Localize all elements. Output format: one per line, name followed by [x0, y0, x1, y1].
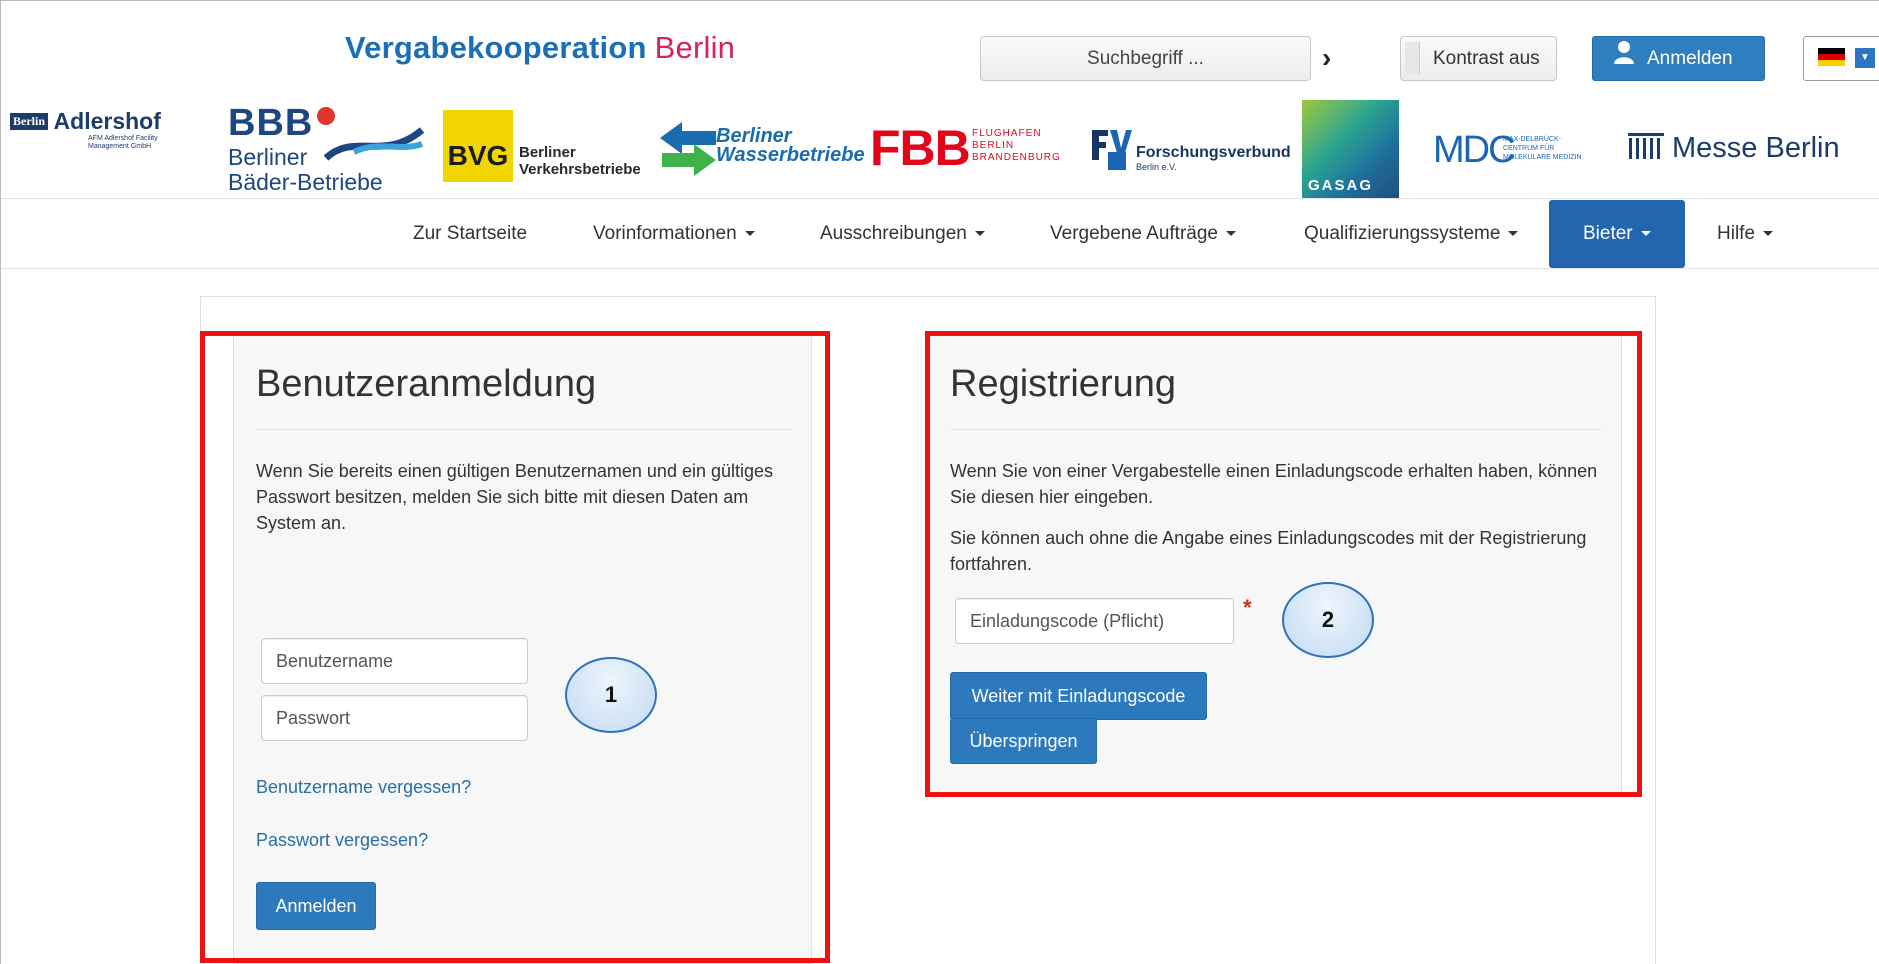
bbb-wave-icon	[324, 127, 424, 161]
callout-2: 2	[1282, 582, 1374, 658]
search-input[interactable]: Suchbegriff ...	[980, 36, 1311, 81]
brand-city: Berlin	[654, 30, 736, 65]
bbb-line2: Bäder-Betriebe	[228, 169, 383, 195]
nav-item-ausschreibungen[interactable]: Ausschreibungen	[820, 200, 985, 268]
header-login-label: Anmelden	[1647, 48, 1733, 69]
gasag-title: GASAG	[1308, 177, 1374, 194]
nav-item-hilfe[interactable]: Hilfe	[1717, 200, 1774, 268]
highlight-box-login	[200, 331, 830, 963]
flag-de-icon	[1818, 48, 1845, 66]
logo-bbb[interactable]: BBB Berliner Bäder-Betriebe	[228, 102, 424, 195]
header-login-button[interactable]: Anmelden	[1592, 36, 1765, 81]
bbb-title: BBB	[228, 102, 314, 144]
nav-divider-top	[1, 198, 1879, 199]
wasser-line2: Wasserbetriebe	[716, 144, 865, 166]
nav-item-qualifizierungssysteme[interactable]: Qualifizierungssysteme	[1304, 200, 1519, 268]
logo-fbb[interactable]: FBB FLUGHAFEN BERLIN BRANDENBURG	[870, 122, 1070, 182]
mdc-sub: MAX-DELBRÜCK-CENTRUM FÜR MOLEKULARE MEDI…	[1503, 136, 1582, 161]
caret-down-icon	[1225, 231, 1236, 236]
caret-down-icon	[1763, 231, 1774, 236]
fv-title: Forschungsverbund	[1136, 144, 1291, 161]
highlight-box-register	[925, 331, 1642, 797]
nav-item-startseite[interactable]: Zur Startseite	[413, 200, 527, 268]
messe-title: Messe Berlin	[1672, 132, 1840, 164]
logo-messe-berlin[interactable]: Messe Berlin	[1628, 132, 1868, 172]
fbb-line3: BRANDENBURG	[972, 152, 1061, 163]
contrast-toggle[interactable]: Kontrast aus	[1400, 36, 1557, 81]
logo-adlershof[interactable]: Berlin Adlershof AFM Adlershof Facility …	[10, 108, 200, 188]
bvg-line1: Berliner	[519, 144, 576, 161]
brand-main: Vergabekooperation	[345, 30, 647, 65]
user-icon	[1613, 37, 1635, 80]
site-brand[interactable]: Vergabekooperation Berlin	[345, 30, 735, 66]
logo-wasserbetriebe[interactable]: Berliner Wasserbetriebe	[658, 120, 865, 180]
nav-divider-bottom	[1, 268, 1879, 269]
logo-mdc[interactable]: MDC MAX-DELBRÜCK-CENTRUM FÜR MOLEKULARE …	[1433, 130, 1603, 174]
caret-down-icon	[744, 231, 755, 236]
fv-mark-icon	[1092, 130, 1132, 170]
adlershof-sub: AFM Adlershof Facility Management GmbH	[88, 135, 158, 150]
nav-item-vorinformationen[interactable]: Vorinformationen	[593, 200, 755, 268]
fbb-line1: FLUGHAFEN	[972, 128, 1042, 139]
fv-sub: Berlin e.V.	[1136, 162, 1177, 172]
wasser-arrows-icon	[660, 122, 716, 176]
bvg-title: BVG	[443, 110, 513, 182]
caret-down-icon	[1508, 231, 1519, 236]
adlershof-title: Adlershof	[53, 108, 161, 134]
caret-down-icon	[974, 231, 985, 236]
nav-item-vergebene-auftraege[interactable]: Vergebene Aufträge	[1050, 200, 1236, 268]
logo-bvg[interactable]: BVG Berliner Verkehrsbetriebe	[443, 110, 643, 185]
nav-item-bieter[interactable]: Bieter	[1549, 200, 1685, 268]
bvg-line2: Verkehrsbetriebe	[519, 161, 641, 178]
search-submit-icon[interactable]: ›	[1322, 40, 1331, 76]
callout-1: 1	[565, 657, 657, 733]
logo-gasag[interactable]: GASAG	[1302, 100, 1399, 198]
messe-bars-icon	[1628, 133, 1664, 159]
adlershof-box: Berlin	[10, 113, 48, 130]
logo-forschungsverbund[interactable]: Forschungsverbund Berlin e.V.	[1090, 126, 1291, 186]
caret-down-icon	[1640, 231, 1651, 236]
fbb-line2: BERLIN	[972, 140, 1015, 151]
chevron-down-icon: ▼	[1855, 48, 1875, 68]
language-select[interactable]: ▼	[1803, 36, 1879, 81]
